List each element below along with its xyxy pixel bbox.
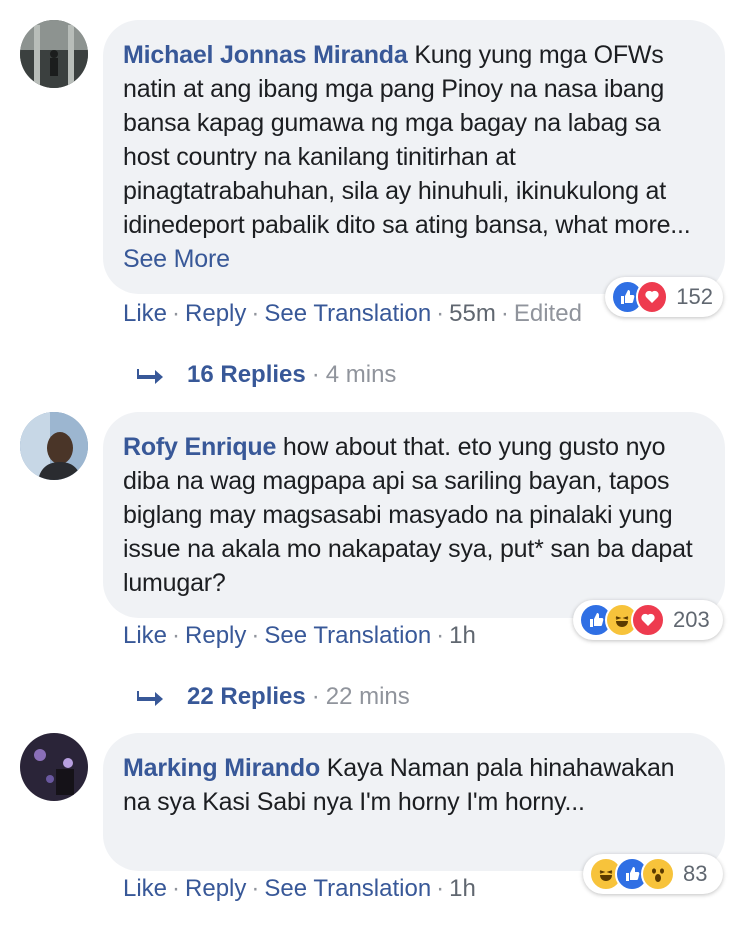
comment-bubble: Marking Mirando Kaya Naman pala hinahawa… <box>103 733 725 871</box>
comment-actions: Like · Reply · See Translation · 55m · Edited <box>123 300 582 328</box>
separator: · <box>436 622 445 649</box>
reaction-summary[interactable]: 83 <box>583 854 723 894</box>
separator: · <box>172 300 181 327</box>
timestamp[interactable]: 1h <box>449 622 476 649</box>
separator: · <box>251 622 260 649</box>
comment-author[interactable]: Michael Jonnas Miranda <box>123 41 408 69</box>
separator: · <box>251 300 260 327</box>
comment-actions: Like · Reply · See Translation · 1h <box>123 875 476 903</box>
avatar[interactable] <box>20 733 88 801</box>
wow-reaction-icon <box>641 857 675 891</box>
like-link[interactable]: Like <box>123 300 167 327</box>
replies-count[interactable]: 22 Replies <box>187 683 306 711</box>
reaction-count: 83 <box>683 861 708 886</box>
comment-bubble: Rofy Enrique how about that. eto yung gu… <box>103 412 725 618</box>
reply-arrow-icon <box>137 369 163 384</box>
separator: · <box>251 875 260 902</box>
like-link[interactable]: Like <box>123 875 167 902</box>
separator: · <box>311 361 320 388</box>
timestamp[interactable]: 1h <box>449 875 476 902</box>
separator: · <box>311 683 320 710</box>
reply-link[interactable]: Reply <box>185 300 246 327</box>
separator: · <box>172 622 181 649</box>
see-translation-link[interactable]: See Translation <box>264 300 431 327</box>
comment-text: Kung yung mga OFWs natin at ang ibang mg… <box>123 41 691 239</box>
comment-author[interactable]: Rofy Enrique <box>123 433 276 461</box>
separator: · <box>436 300 445 327</box>
reply-link[interactable]: Reply <box>185 622 246 649</box>
love-reaction-icon <box>631 603 665 637</box>
comment-actions: Like · Reply · See Translation · 1h <box>123 622 476 650</box>
replies-time: 22 mins <box>325 683 410 710</box>
edited-label[interactable]: Edited <box>514 300 582 327</box>
separator: · <box>500 300 509 327</box>
reaction-summary[interactable]: 152 <box>605 277 723 317</box>
separator: · <box>172 875 181 902</box>
see-translation-link[interactable]: See Translation <box>264 622 431 649</box>
replies-time: 4 mins <box>325 361 397 388</box>
reply-link[interactable]: Reply <box>185 875 246 902</box>
see-translation-link[interactable]: See Translation <box>264 875 431 902</box>
view-replies[interactable]: 16 Replies · 4 mins <box>137 361 396 389</box>
avatar[interactable] <box>20 412 88 480</box>
reaction-count: 203 <box>673 607 710 632</box>
comment-author[interactable]: Marking Mirando <box>123 754 320 782</box>
avatar[interactable] <box>20 20 88 88</box>
see-more-link[interactable]: See More <box>123 245 230 273</box>
reaction-count: 152 <box>676 284 713 309</box>
separator: · <box>436 875 445 902</box>
timestamp[interactable]: 55m <box>449 300 496 327</box>
view-replies[interactable]: 22 Replies · 22 mins <box>137 683 410 711</box>
replies-count[interactable]: 16 Replies <box>187 361 306 389</box>
like-link[interactable]: Like <box>123 622 167 649</box>
comment-bubble: Michael Jonnas Miranda Kung yung mga OFW… <box>103 20 725 294</box>
reply-arrow-icon <box>137 691 163 706</box>
love-reaction-icon <box>635 280 669 314</box>
reaction-summary[interactable]: 203 <box>573 600 723 640</box>
